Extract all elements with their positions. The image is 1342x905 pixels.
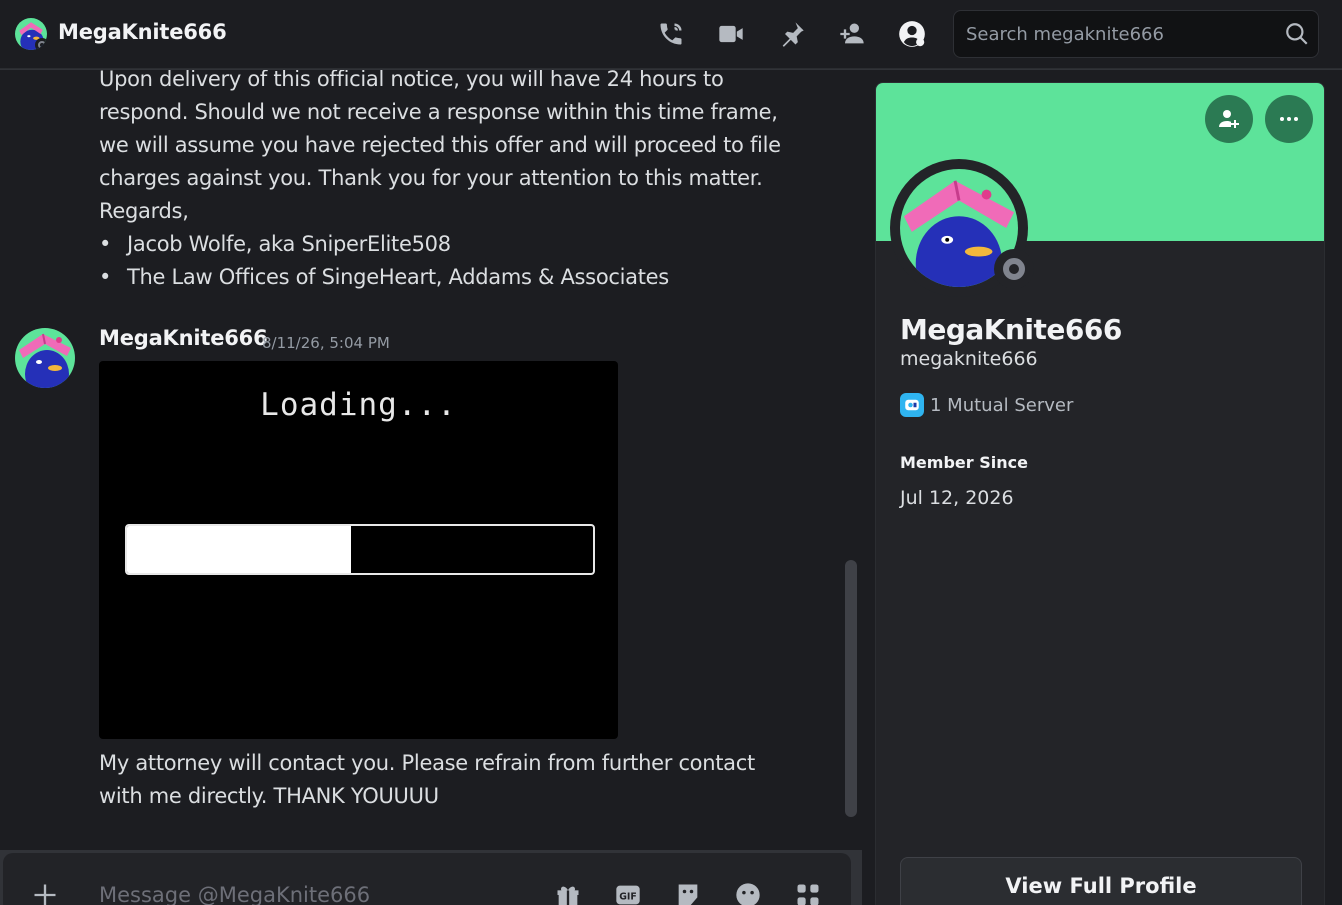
search-icon[interactable] [1284,21,1310,47]
more-options-button[interactable] [1265,95,1313,143]
emoji-icon[interactable] [734,881,762,905]
apps-icon[interactable] [794,881,822,905]
profile-username: megaknite666 [900,348,1038,370]
chat-scrollbar[interactable] [845,560,857,817]
message-body: My attorney will contact you. Please ref… [99,747,755,813]
add-friend-icon [1219,110,1239,128]
svg-text:GIF: GIF [619,892,637,903]
bullet-item: Jacob Wolfe, aka SniperElite508 [99,228,669,261]
view-full-profile-button[interactable]: View Full Profile [900,857,1302,905]
mutual-servers-label: 1 Mutual Server [930,394,1074,416]
profile-panel: MegaKnite666 megaknite666 1 Mutual Serve… [875,82,1325,905]
bullet-list: Jacob Wolfe, aka SniperElite508 The Law … [99,228,669,294]
message-line: Upon delivery of this official notice, y… [99,70,724,91]
gif-progress-fill [127,526,351,573]
search-input[interactable] [966,22,1266,46]
user-profile-icon[interactable] [896,18,928,50]
member-since-label: Member Since [900,453,1028,472]
message-composer: GIF [3,853,851,905]
more-icon [1280,117,1298,121]
gif-icon[interactable]: GIF [614,881,642,905]
video-call-icon[interactable] [715,18,747,50]
message-line: charges against you. Thank you for your … [99,166,763,190]
message-line: Regards, [99,199,189,223]
member-since-date: Jul 12, 2026 [900,487,1014,509]
gift-icon[interactable] [554,881,582,905]
message-author[interactable]: MegaKnite666 [99,326,268,350]
message-continued: Upon delivery of this official notice, y… [99,70,781,228]
dm-header: MegaKnite666 [0,0,1342,69]
message-line: My attorney will contact you. Please ref… [99,751,755,775]
gif-loading-text: Loading... [260,387,457,423]
message-line: with me directly. THANK YOUUUU [99,784,439,808]
profile-display-name: MegaKnite666 [900,313,1122,346]
phone-call-icon[interactable] [655,18,687,50]
plus-icon[interactable] [31,881,59,905]
add-friend-icon[interactable] [836,18,868,50]
server-icon [900,393,924,417]
mutual-servers-link[interactable]: 1 Mutual Server [900,393,1073,417]
header-title[interactable]: MegaKnite666 [58,20,227,44]
message-input[interactable] [99,881,519,905]
offline-status-icon [994,249,1034,289]
sticker-icon[interactable] [674,881,702,905]
pin-icon[interactable] [776,18,808,50]
profile-avatar[interactable] [890,159,1034,297]
message-timestamp: 8/11/26, 5:04 PM [262,334,390,352]
gif-progress-bar [125,524,595,575]
message-line: respond. Should we not receive a respons… [99,100,778,124]
offline-status-icon [35,38,47,50]
chat-area: Upon delivery of this official notice, y… [0,70,862,850]
header-avatar[interactable] [15,18,47,50]
loading-gif[interactable]: Loading... [99,361,618,739]
message-avatar[interactable] [15,328,75,388]
bullet-item: The Law Offices of SingeHeart, Addams & … [99,261,669,294]
message-line: we will assume you have rejected this of… [99,133,781,157]
add-friend-button[interactable] [1205,95,1253,143]
search-box[interactable] [953,10,1319,58]
